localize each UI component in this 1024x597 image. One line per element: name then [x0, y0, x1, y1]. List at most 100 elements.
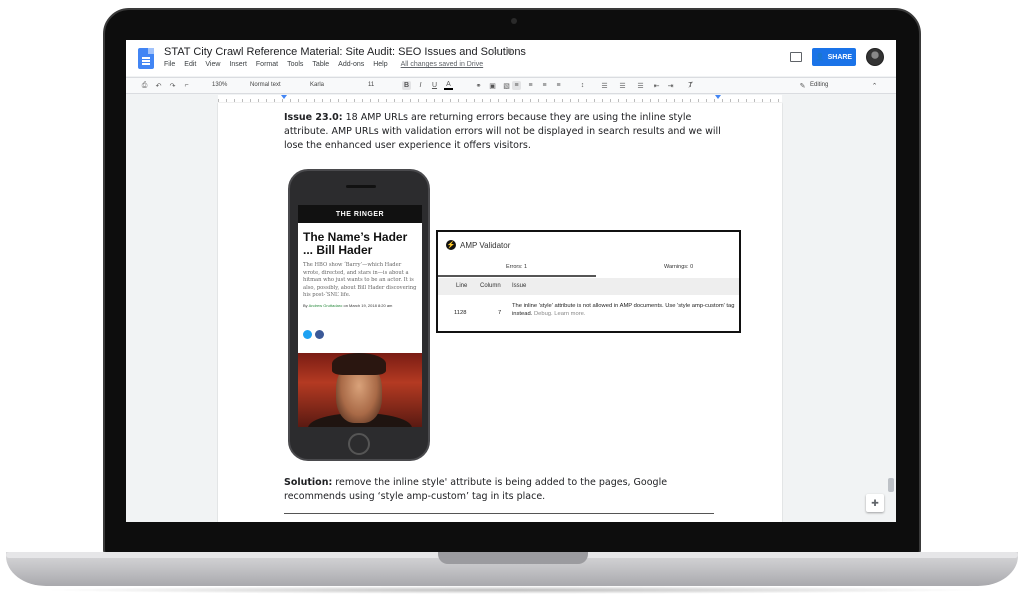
issue-text: 18 AMP URLs are returning errors because… [284, 112, 721, 151]
scrollbar-thumb[interactable] [888, 478, 894, 492]
checklist-icon[interactable]: ☰ [600, 81, 609, 90]
saved-status[interactable]: All changes saved in Drive [401, 61, 484, 68]
facebook-icon [315, 330, 324, 339]
paint-format-icon[interactable]: ⌐ [182, 81, 191, 90]
article-portrait [298, 353, 422, 427]
col-line: Line [456, 283, 468, 289]
errors-tab-underline [438, 275, 596, 277]
star-outline-icon[interactable]: ☆ [490, 46, 499, 57]
underline-button[interactable]: U [430, 81, 439, 90]
solution-paragraph[interactable]: Solution: remove the inline style' attri… [284, 476, 724, 504]
ruler [126, 95, 896, 103]
style-select[interactable]: Normal text [250, 82, 281, 88]
comments-icon[interactable] [790, 52, 802, 62]
phone-home-button [348, 433, 370, 455]
validator-header: ⚡ AMP Validator [446, 240, 510, 250]
pencil-icon: ✎ [799, 82, 806, 90]
share-button[interactable]: 👤 SHARE [812, 48, 856, 66]
undo-icon[interactable]: ↶ [154, 81, 163, 90]
menu-insert[interactable]: Insert [229, 61, 247, 68]
align-justify-icon[interactable]: ≡ [554, 81, 563, 90]
row-column: 7 [498, 310, 502, 316]
row-issue: The inline 'style' attribute is not allo… [512, 302, 736, 318]
phone-screen: THE RINGER The Name’s Hader ... Bill Had… [298, 205, 422, 427]
col-issue: Issue [512, 283, 527, 289]
decrease-indent-icon[interactable]: ⇤ [652, 81, 661, 90]
increase-indent-icon[interactable]: ⇥ [666, 81, 675, 90]
italic-button[interactable]: I [416, 81, 425, 90]
redo-icon[interactable]: ↷ [168, 81, 177, 90]
formatting-toolbar: ⎙ ↶ ↷ ⌐ 130% Normal text Karla 11 B I U … [126, 77, 896, 94]
social-icons [303, 330, 324, 339]
clear-formatting-icon[interactable]: Ⱦ [686, 81, 695, 90]
explore-icon[interactable]: ✚ [866, 494, 884, 512]
portrait-hair [332, 353, 386, 375]
numbered-list-icon[interactable]: ☰ [618, 81, 627, 90]
image-icon[interactable]: ▧ [502, 81, 511, 90]
menu-addons[interactable]: Add-ons [338, 61, 364, 68]
warnings-tab: Warnings: 0 [664, 264, 694, 270]
twitter-icon [303, 330, 312, 339]
collapse-toolbar-icon[interactable]: ⌃ [870, 81, 879, 90]
google-docs-logo-icon[interactable] [138, 48, 154, 69]
solution-text: remove the inline style' attribute is be… [284, 477, 668, 502]
byline-author: Andrew Gruttadaro [308, 302, 343, 308]
article-byline: By Andrew Gruttadaro on March 19, 2018 8… [298, 300, 422, 308]
align-left-icon[interactable]: ≡ [512, 81, 521, 90]
row-issue-links: Debug. Learn more. [533, 311, 586, 317]
avatar[interactable] [866, 48, 884, 66]
share-label: SHARE [827, 53, 853, 61]
menu-format[interactable]: Format [256, 61, 278, 68]
line-spacing-icon[interactable]: ↕ [578, 81, 587, 90]
article-title: The Name’s Hader ... Bill Hader [303, 230, 408, 257]
lightning-bolt-icon: ⚡ [446, 240, 456, 250]
ruler-scale [218, 95, 782, 103]
menu-bar: File Edit View Insert Format Tools Table… [164, 61, 483, 68]
align-center-icon[interactable]: ≡ [526, 81, 535, 90]
docs-header: STAT City Crawl Reference Material: Site… [126, 40, 896, 76]
menu-edit[interactable]: Edit [184, 61, 196, 68]
amp-validator-panel: ⚡ AMP Validator Errors: 1 Warnings: 0 Li… [436, 230, 741, 333]
screen: STAT City Crawl Reference Material: Site… [126, 40, 896, 522]
issue-paragraph[interactable]: Issue 23.0: 18 AMP URLs are returning er… [284, 111, 724, 153]
menu-table[interactable]: Table [312, 61, 329, 68]
right-indent-marker[interactable] [715, 95, 721, 99]
laptop-shadow [40, 586, 984, 594]
link-icon[interactable]: ⚭ [474, 81, 483, 90]
camera [511, 18, 517, 24]
phone-speaker [346, 185, 376, 188]
row-line: 1128 [454, 310, 467, 316]
errors-tab: Errors: 1 [506, 264, 528, 270]
zoom-select[interactable]: 130% [212, 82, 227, 88]
horizontal-rule [284, 513, 714, 514]
align-right-icon[interactable]: ≡ [540, 81, 549, 90]
validator-table-header: Line Column Issue [438, 278, 739, 295]
font-select[interactable]: Karla [310, 82, 324, 88]
issue-label: Issue 23.0: [284, 112, 343, 123]
editing-mode-select[interactable]: Editing [810, 82, 828, 88]
person-icon: 👤 [815, 54, 825, 61]
menu-file[interactable]: File [164, 61, 175, 68]
folder-icon[interactable]: ■ [506, 46, 512, 57]
laptop-notch [438, 552, 588, 564]
document-title[interactable]: STAT City Crawl Reference Material: Site… [164, 46, 526, 58]
left-indent-marker[interactable] [281, 95, 287, 99]
col-column: Column [480, 283, 501, 289]
menu-help[interactable]: Help [373, 61, 387, 68]
byline-date: on March 19, 2018 8:20 am [342, 302, 393, 308]
document-page[interactable]: Issue 23.0: 18 AMP URLs are returning er… [218, 103, 782, 522]
article-body: The HBO show ‘Barry’—which Hader wrote, … [303, 262, 417, 298]
font-size-select[interactable]: 11 [368, 82, 374, 88]
title-icons: ☆ ■ [490, 46, 512, 57]
bold-button[interactable]: B [402, 81, 411, 90]
bulleted-list-icon[interactable]: ☰ [636, 81, 645, 90]
menu-tools[interactable]: Tools [287, 61, 303, 68]
menu-view[interactable]: View [205, 61, 220, 68]
print-icon[interactable]: ⎙ [140, 81, 149, 90]
validator-title: AMP Validator [460, 240, 511, 250]
solution-label: Solution: [284, 477, 333, 488]
text-color-button[interactable]: A [444, 81, 453, 90]
ringer-logo: THE RINGER [298, 205, 422, 223]
comment-add-icon[interactable]: ▣ [488, 81, 497, 90]
validator-tabs: Errors: 1 Warnings: 0 [438, 262, 739, 277]
